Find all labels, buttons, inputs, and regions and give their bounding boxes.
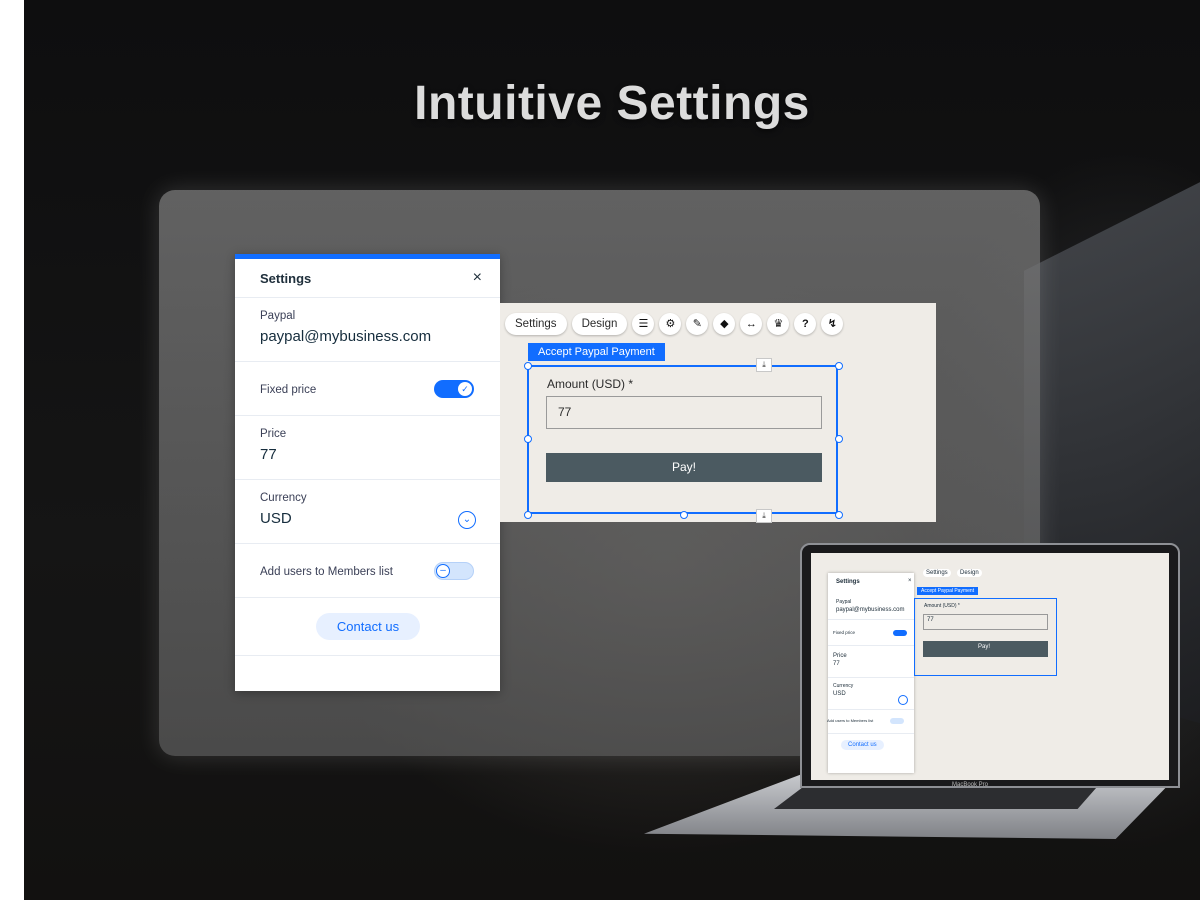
- paypal-row[interactable]: Paypal paypal@mybusiness.com: [235, 298, 500, 362]
- mini-paypal-label: Paypal: [836, 599, 852, 605]
- chevron-down-icon[interactable]: ⌄: [458, 511, 476, 529]
- stretch-icon[interactable]: ↔: [740, 313, 763, 335]
- minus-icon: –: [436, 563, 450, 578]
- laptop-lid: Settings × Paypal paypal@mybusiness.com …: [800, 543, 1180, 788]
- pay-button[interactable]: Pay!: [546, 453, 822, 482]
- mini-paypal-value: paypal@mybusiness.com: [836, 607, 905, 613]
- animation-icon[interactable]: ◆: [713, 313, 736, 335]
- mini-chevron-icon: [898, 695, 908, 705]
- background-stage: Intuitive Settings Settings × Paypal pay…: [24, 0, 1200, 900]
- laptop-screen: Settings × Paypal paypal@mybusiness.com …: [811, 553, 1169, 780]
- mini-amount-value: 77: [927, 617, 934, 623]
- component-tag[interactable]: Accept Paypal Payment: [528, 343, 665, 361]
- close-icon[interactable]: ×: [473, 269, 482, 287]
- mini-design-pill: Design: [957, 569, 982, 577]
- paypal-email-field[interactable]: paypal@mybusiness.com: [260, 328, 476, 345]
- mini-divider: [828, 645, 914, 646]
- editor-canvas: Settings Design ☰ ⚙ ✎ ◆ ↔ ♛ ? ↯ Accept P…: [500, 303, 936, 523]
- mini-fixed-price: Fixed price: [833, 630, 856, 635]
- mini-contact-button: Contact us: [841, 740, 884, 750]
- checklist-icon[interactable]: ☰: [632, 313, 655, 335]
- check-icon: ✓: [458, 381, 472, 396]
- resize-handle[interactable]: [835, 511, 843, 519]
- contact-us-button[interactable]: Contact us: [315, 613, 421, 640]
- mini-selection-frame: [914, 598, 1057, 676]
- members-row: Add users to Members list –: [235, 544, 500, 598]
- resize-handle[interactable]: [835, 435, 843, 443]
- mini-divider: [828, 733, 914, 734]
- mini-toggle-off: [890, 718, 904, 724]
- panel-header: Settings ×: [235, 259, 500, 298]
- mini-settings-pill: Settings: [923, 569, 951, 577]
- mini-amount-label: Amount (USD) *: [924, 603, 960, 609]
- resize-handle[interactable]: [524, 511, 532, 519]
- amount-label: Amount (USD) *: [547, 377, 634, 391]
- laptop-mockup: Settings × Paypal paypal@mybusiness.com …: [644, 543, 1180, 843]
- mini-price-label: Price: [833, 653, 847, 659]
- design-button[interactable]: Design: [571, 313, 628, 335]
- connect-icon[interactable]: ↯: [821, 313, 844, 335]
- mini-pay-label: Pay!: [978, 644, 991, 650]
- fixed-price-label: Fixed price: [260, 384, 317, 396]
- mini-divider: [828, 677, 914, 678]
- mini-panel-title: Settings: [836, 579, 860, 585]
- resize-handle[interactable]: [524, 435, 532, 443]
- help-icon[interactable]: ?: [794, 313, 817, 335]
- gear-icon[interactable]: ⚙: [659, 313, 682, 335]
- mini-divider: [828, 619, 914, 620]
- price-label: Price: [260, 428, 287, 440]
- resize-handle[interactable]: [835, 362, 843, 370]
- hero-title: Intuitive Settings: [414, 77, 810, 130]
- fixed-price-row: Fixed price ✓: [235, 362, 500, 416]
- brush-icon[interactable]: ✎: [686, 313, 709, 335]
- fixed-price-toggle[interactable]: ✓: [434, 379, 474, 398]
- mini-toggle-on: [893, 630, 907, 636]
- element-toolbar: Settings Design ☰ ⚙ ✎ ◆ ↔ ♛ ? ↯: [505, 313, 844, 335]
- members-label: Add users to Members list: [260, 566, 393, 578]
- mini-settings-panel: Settings × Paypal paypal@mybusiness.com …: [827, 573, 914, 773]
- mini-tag: Accept Paypal Payment: [917, 587, 979, 595]
- mini-price-value: 77: [833, 661, 840, 667]
- resize-handle[interactable]: [524, 362, 532, 370]
- anchor-top-icon[interactable]: ⤓: [756, 358, 772, 372]
- price-field[interactable]: 77: [260, 446, 476, 463]
- price-row[interactable]: Price 77: [235, 416, 500, 480]
- currency-label: Currency: [260, 492, 307, 504]
- paypal-label: Paypal: [260, 310, 296, 322]
- currency-row[interactable]: Currency USD ⌄: [235, 480, 500, 544]
- mini-currency-value: USD: [833, 691, 846, 697]
- mini-close-icon: ×: [908, 578, 912, 584]
- laptop-brand: MacBook Pro: [952, 782, 989, 788]
- mini-divider: [828, 709, 914, 710]
- resize-handle[interactable]: [680, 511, 688, 519]
- members-toggle[interactable]: –: [434, 561, 474, 580]
- currency-select[interactable]: USD: [260, 510, 476, 527]
- crown-icon[interactable]: ♛: [767, 313, 790, 335]
- settings-panel: Settings × Paypal paypal@mybusiness.com …: [235, 254, 500, 691]
- mini-currency-label: Currency: [833, 683, 854, 689]
- settings-button[interactable]: Settings: [505, 313, 567, 335]
- anchor-bottom-icon[interactable]: ⤓: [756, 509, 772, 523]
- panel-title: Settings: [260, 270, 312, 286]
- amount-input[interactable]: 77: [546, 396, 822, 429]
- mini-members: Add users to Members list: [827, 718, 874, 723]
- contact-row: Contact us: [235, 598, 500, 656]
- mini-amount-input: [923, 614, 1048, 630]
